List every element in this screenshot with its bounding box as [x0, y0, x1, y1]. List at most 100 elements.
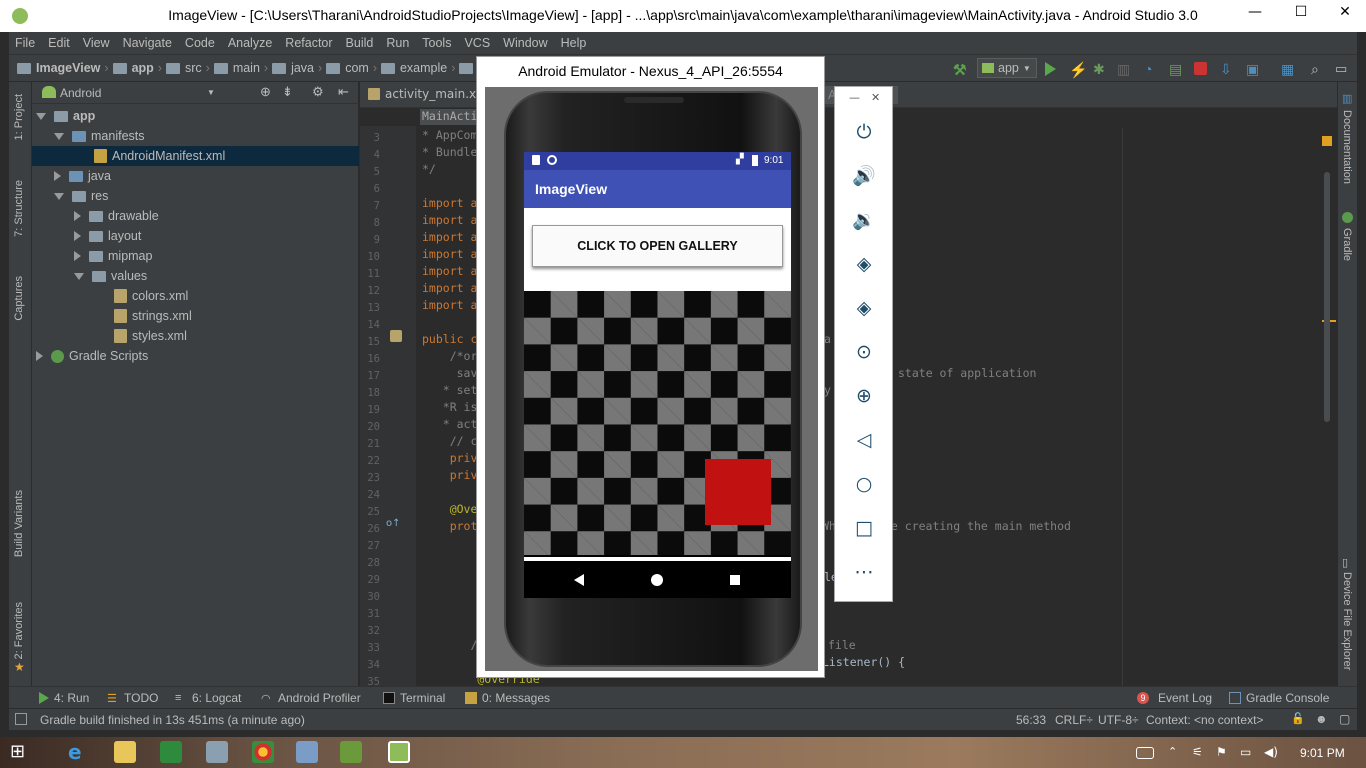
tree-item-mipmap[interactable]: mipmap — [74, 246, 152, 266]
tab-activity-main[interactable]: activity_main.xml — [368, 87, 491, 101]
notepad-icon[interactable] — [296, 741, 318, 763]
make-project-icon[interactable]: ⚒ — [953, 61, 969, 79]
network-icon[interactable]: ⚟ — [1192, 741, 1214, 763]
close-window-button[interactable]: ✕ — [1330, 4, 1360, 24]
app-icon[interactable] — [206, 741, 228, 763]
sync-gradle-icon[interactable]: ⇩ — [1220, 61, 1236, 77]
tree-item-gradle-scripts[interactable]: Gradle Scripts — [36, 346, 148, 366]
inspector-icon[interactable]: ☻ — [1315, 712, 1328, 726]
caret-position[interactable]: 56:33 — [1016, 713, 1046, 727]
breadcrumb-item[interactable]: com — [345, 61, 369, 75]
tool-terminal[interactable]: Terminal — [383, 691, 445, 705]
scroll-from-source-icon[interactable]: ⊕ — [260, 84, 271, 100]
code-breadcrumb[interactable]: MainActi — [420, 109, 480, 125]
menu-navigate[interactable]: Navigate — [123, 36, 172, 50]
context-indicator[interactable]: Context: <no context> — [1146, 713, 1263, 727]
excel-icon[interactable] — [160, 741, 182, 763]
tree-item-drawable[interactable]: drawable — [74, 206, 159, 226]
debug-icon[interactable]: ✱ — [1093, 61, 1109, 77]
volume-down-icon[interactable]: 🔉 — [851, 207, 877, 233]
breadcrumb-item[interactable]: ImageView — [36, 61, 100, 75]
volume-icon[interactable]: ◀) — [1264, 741, 1286, 763]
profile-icon[interactable]: ◔ — [1144, 61, 1160, 77]
search-icon[interactable]: ⌕ — [1311, 61, 1327, 77]
home-icon[interactable]: ○ — [851, 471, 877, 497]
menu-code[interactable]: Code — [185, 36, 215, 50]
phone-screen[interactable]: ▞ 9:01 ImageView CLICK TO OPEN GALLERY — [524, 152, 791, 598]
emulator-taskbar-icon[interactable] — [388, 741, 410, 763]
emulator-close-button[interactable]: ✕ — [871, 91, 880, 104]
menu-help[interactable]: Help — [561, 36, 587, 50]
back-icon[interactable]: ◁ — [851, 427, 877, 453]
file-encoding[interactable]: UTF-8÷ — [1098, 713, 1139, 727]
menu-file[interactable]: File — [15, 36, 35, 50]
tree-item-app[interactable]: app — [36, 106, 95, 126]
taskbar-clock[interactable]: 9:01 PM — [1300, 746, 1345, 760]
tree-item-values[interactable]: values — [74, 266, 147, 286]
tool-window-gradle[interactable]: Gradle — [1341, 228, 1353, 261]
android-studio-taskbar-icon[interactable] — [340, 741, 362, 763]
more-options-icon[interactable]: ⋯ — [851, 559, 877, 585]
tool-gradle-console[interactable]: Gradle Console — [1229, 691, 1329, 705]
run-icon[interactable] — [1045, 62, 1056, 76]
overview-icon[interactable]: □ — [851, 515, 877, 541]
menu-view[interactable]: View — [83, 36, 110, 50]
windows-start-icon[interactable]: ⊞ — [10, 741, 32, 763]
menu-vcs[interactable]: VCS — [464, 36, 490, 50]
recents-icon[interactable] — [730, 575, 740, 585]
project-structure-icon[interactable]: ▦ — [1281, 61, 1297, 77]
breadcrumb-item[interactable]: main — [233, 61, 260, 75]
rotate-left-icon[interactable]: ◈ — [851, 251, 877, 277]
menu-window[interactable]: Window — [503, 36, 547, 50]
tree-item-androidmanifest[interactable]: AndroidManifest.xml — [32, 146, 359, 166]
line-separator[interactable]: CRLF÷ — [1055, 713, 1093, 727]
menu-tools[interactable]: Tools — [422, 36, 451, 50]
tree-item-styles[interactable]: styles.xml — [114, 326, 187, 346]
menu-build[interactable]: Build — [346, 36, 374, 50]
tool-android-profiler[interactable]: ◠ Android Profiler — [261, 691, 361, 705]
file-explorer-icon[interactable] — [114, 741, 136, 763]
tree-item-layout[interactable]: layout — [74, 226, 141, 246]
keyboard-icon[interactable] — [1136, 747, 1154, 759]
attach-debugger-icon[interactable]: ▥ — [1117, 61, 1133, 77]
tree-item-res[interactable]: res — [54, 186, 108, 206]
chevron-down-icon[interactable]: ▼ — [207, 88, 215, 97]
tool-run[interactable]: 4: Run — [39, 691, 89, 705]
flag-icon[interactable]: ⚑ — [1216, 741, 1238, 763]
home-icon[interactable] — [651, 574, 663, 586]
tool-window-project[interactable]: 1: Project — [13, 94, 25, 140]
run-config-select[interactable]: app ▼ — [977, 58, 1037, 78]
back-icon[interactable] — [574, 574, 584, 586]
tree-item-manifests[interactable]: manifests — [54, 126, 145, 146]
breadcrumb-item[interactable]: src — [185, 61, 202, 75]
tool-event-log[interactable]: 9 Event Log — [1137, 691, 1212, 705]
coverage-icon[interactable]: ▤ — [1169, 61, 1185, 77]
toggle-tool-windows-icon[interactable] — [15, 713, 27, 725]
stop-icon[interactable] — [1194, 62, 1207, 75]
rotate-right-icon[interactable]: ◈ — [851, 295, 877, 321]
breadcrumb-item[interactable]: app — [132, 61, 154, 75]
open-gallery-button[interactable]: CLICK TO OPEN GALLERY — [532, 225, 783, 267]
apply-changes-icon[interactable]: ⚡ — [1069, 61, 1088, 79]
breadcrumb-item[interactable]: java — [291, 61, 314, 75]
tree-item-java[interactable]: java — [54, 166, 111, 186]
power-icon[interactable]: ⏻ — [851, 119, 877, 145]
emulator-minimize-button[interactable]: — — [849, 91, 860, 104]
camera-icon[interactable]: ⊙ — [851, 339, 877, 365]
chrome-icon[interactable] — [252, 741, 274, 763]
tool-window-favorites[interactable]: 2: Favorites — [13, 602, 25, 659]
menu-analyze[interactable]: Analyze — [228, 36, 272, 50]
lock-icon[interactable]: 🔓 — [1291, 712, 1305, 725]
avd-manager-icon[interactable]: ▣ — [1246, 61, 1262, 77]
tree-item-strings[interactable]: strings.xml — [114, 306, 192, 326]
menu-edit[interactable]: Edit — [48, 36, 70, 50]
tool-window-documentation[interactable]: Documentation — [1341, 110, 1353, 184]
editor-scrollbar[interactable] — [1324, 172, 1330, 422]
tool-todo[interactable]: ☰ TODO — [107, 691, 158, 705]
internet-explorer-icon[interactable]: e — [68, 741, 90, 763]
volume-up-icon[interactable]: 🔊 — [851, 163, 877, 189]
tool-window-captures[interactable]: Captures — [13, 276, 25, 321]
tool-logcat[interactable]: ≡ 6: Logcat — [175, 691, 241, 705]
maximize-button[interactable]: ☐ — [1286, 4, 1316, 24]
battery-icon[interactable]: ▭ — [1240, 741, 1262, 763]
